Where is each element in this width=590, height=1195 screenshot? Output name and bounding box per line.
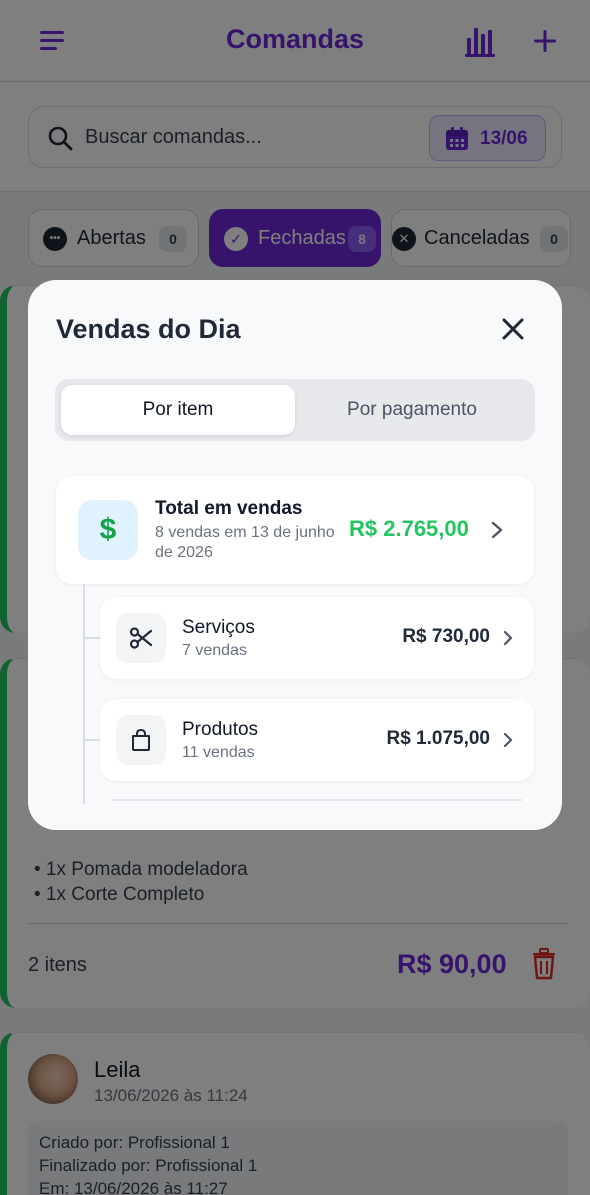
shopping-bag-icon bbox=[116, 715, 166, 765]
row-subtitle: 7 vendas bbox=[182, 642, 247, 659]
total-subtitle-line2: de 2026 bbox=[155, 544, 213, 561]
chevron-right-icon bbox=[503, 630, 513, 646]
chevron-right-icon bbox=[491, 521, 503, 539]
close-icon[interactable] bbox=[500, 316, 526, 342]
products-row[interactable]: Produtos 11 vendas R$ 1.075,00 bbox=[100, 699, 534, 781]
services-row[interactable]: Serviços 7 vendas R$ 730,00 bbox=[100, 597, 534, 679]
total-subtitle: 8 vendas em 13 de junho bbox=[155, 524, 335, 541]
tree-branch bbox=[83, 637, 100, 639]
dollar-icon: $ bbox=[78, 500, 138, 560]
row-subtitle: 11 vendas bbox=[182, 744, 255, 761]
tab-por-pagamento[interactable]: Por pagamento bbox=[295, 385, 529, 435]
view-toggle: Por item Por pagamento bbox=[55, 379, 535, 441]
row-label: Serviços bbox=[182, 617, 255, 638]
tree-branch bbox=[83, 739, 100, 741]
next-row-peek bbox=[112, 799, 522, 805]
daily-sales-modal: Vendas do Dia Por item Por pagamento $ T… bbox=[28, 280, 562, 830]
total-label: Total em vendas bbox=[155, 498, 303, 519]
chevron-right-icon bbox=[503, 732, 513, 748]
modal-title: Vendas do Dia bbox=[56, 314, 241, 344]
row-value: R$ 1.075,00 bbox=[386, 728, 490, 749]
row-value: R$ 730,00 bbox=[402, 626, 490, 647]
tab-por-item[interactable]: Por item bbox=[61, 385, 295, 435]
total-sales-row[interactable]: $ Total em vendas 8 vendas em 13 de junh… bbox=[56, 476, 534, 584]
scissors-icon bbox=[116, 613, 166, 663]
row-label: Produtos bbox=[182, 719, 259, 740]
total-value: R$ 2.765,00 bbox=[349, 516, 469, 541]
tree-line bbox=[83, 584, 85, 804]
